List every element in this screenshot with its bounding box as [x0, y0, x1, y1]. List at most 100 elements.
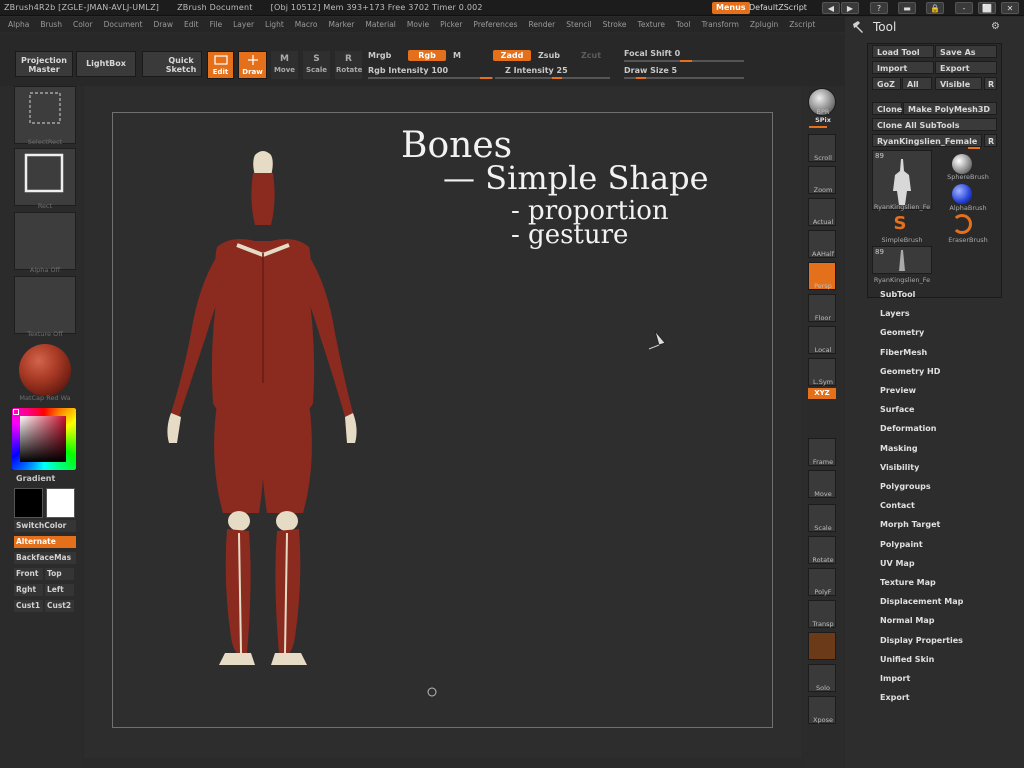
subpalette-displacement-map[interactable]: Displacement Map: [880, 597, 963, 606]
all-button[interactable]: All: [902, 77, 932, 90]
subpalette-import[interactable]: Import: [880, 674, 910, 683]
subpalette-polypaint[interactable]: Polypaint: [880, 540, 923, 549]
alpha-brush-icon[interactable]: [952, 184, 972, 204]
tool-thumb-ryan[interactable]: 89: [872, 150, 932, 210]
custom-view-2-button[interactable]: Cust2: [45, 600, 74, 612]
menu-light[interactable]: Light: [265, 20, 284, 29]
subpalette-subtool[interactable]: SubTool: [880, 290, 915, 299]
subpalette-contact[interactable]: Contact: [880, 501, 915, 510]
close-icon[interactable]: ✕: [1001, 2, 1019, 14]
subpalette-visibility[interactable]: Visibility: [880, 463, 919, 472]
z-intensity-slider[interactable]: Z Intensity 25: [505, 66, 568, 75]
subpalette-fibermesh[interactable]: FiberMesh: [880, 348, 927, 357]
projection-master-button[interactable]: Projection Master: [15, 51, 73, 77]
rect-stroke[interactable]: [14, 148, 76, 206]
simple-brush-icon[interactable]: S: [890, 214, 910, 234]
menu-edit[interactable]: Edit: [184, 20, 199, 29]
eraser-brush-icon[interactable]: [952, 214, 972, 234]
goz-button[interactable]: GoZ: [872, 77, 901, 90]
lock-icon[interactable]: 🔒: [926, 2, 944, 14]
visible-button[interactable]: Visible: [935, 77, 982, 90]
menu-stroke[interactable]: Stroke: [603, 20, 627, 29]
make-polymesh-button[interactable]: Make PolyMesh3D: [903, 102, 997, 115]
rotate-button[interactable]: R Rotate: [335, 51, 362, 79]
maximize-icon[interactable]: ⬜: [978, 2, 996, 14]
help-icon[interactable]: ?: [870, 2, 888, 14]
minimize-icon[interactable]: -: [955, 2, 973, 14]
quick-sketch-button[interactable]: Quick Sketch: [142, 51, 202, 77]
select-rect-brush[interactable]: [14, 86, 76, 144]
menu-zscript[interactable]: Zscript: [789, 20, 815, 29]
zadd-button[interactable]: Zadd: [493, 50, 531, 61]
rgb-intensity-track[interactable]: [368, 77, 493, 79]
panel-pin-icon[interactable]: ⚙: [991, 21, 1000, 32]
right-view-button[interactable]: Rght: [14, 584, 43, 596]
menu-material[interactable]: Material: [365, 20, 395, 29]
menu-texture[interactable]: Texture: [638, 20, 665, 29]
subpalette-preview[interactable]: Preview: [880, 386, 916, 395]
menu-zplugin[interactable]: Zplugin: [750, 20, 778, 29]
xyz-symmetry-button[interactable]: XYZ: [808, 388, 836, 399]
color-picker[interactable]: [12, 408, 76, 470]
main-color[interactable]: [46, 488, 75, 518]
subpalette-geometry[interactable]: Geometry: [880, 328, 924, 337]
prev-icon[interactable]: ◀: [822, 2, 840, 14]
load-tool-button[interactable]: Load Tool: [872, 45, 934, 58]
ghost-button[interactable]: [808, 632, 836, 660]
saturation-square[interactable]: [20, 416, 66, 462]
export-button[interactable]: Export: [935, 61, 997, 74]
menu-preferences[interactable]: Preferences: [473, 20, 517, 29]
menu-picker[interactable]: Picker: [440, 20, 462, 29]
menus-button[interactable]: Menus: [712, 2, 750, 14]
subpalette-morph-target[interactable]: Morph Target: [880, 520, 940, 529]
menu-render[interactable]: Render: [529, 20, 556, 29]
sphere-brush-icon[interactable]: [952, 154, 972, 174]
subpalette-texture-map[interactable]: Texture Map: [880, 578, 936, 587]
edit-button[interactable]: Edit: [207, 51, 234, 79]
clone-button[interactable]: Clone: [872, 102, 902, 115]
subpalette-uv-map[interactable]: UV Map: [880, 559, 915, 568]
custom-view-1-button[interactable]: Cust1: [14, 600, 43, 612]
subpalette-masking[interactable]: Masking: [880, 444, 918, 453]
scale-button[interactable]: S Scale: [303, 51, 330, 79]
save-as-button[interactable]: Save As: [935, 45, 997, 58]
menu-movie[interactable]: Movie: [407, 20, 429, 29]
document-canvas[interactable]: Bones — Simple Shape - proportion - gest…: [112, 112, 773, 728]
subpalette-surface[interactable]: Surface: [880, 405, 914, 414]
alternate-button[interactable]: Alternate: [14, 536, 76, 548]
subpalette-display-properties[interactable]: Display Properties: [880, 636, 963, 645]
menu-macro[interactable]: Macro: [295, 20, 318, 29]
tool-thumb-ryan-2[interactable]: 89: [872, 246, 932, 274]
current-tool-slider[interactable]: RyanKingslien_Female: [872, 134, 982, 147]
spix-slider[interactable]: SPix: [803, 116, 843, 124]
move-button[interactable]: M Move: [271, 51, 298, 79]
switch-color-button[interactable]: SwitchColor: [14, 520, 76, 532]
lightbox-button[interactable]: LightBox: [76, 51, 136, 77]
secondary-color[interactable]: [14, 488, 43, 518]
subpalette-normal-map[interactable]: Normal Map: [880, 616, 934, 625]
menu-tool[interactable]: Tool: [676, 20, 691, 29]
mrgb-button[interactable]: Mrgb: [368, 51, 391, 60]
rgb-intensity-slider[interactable]: Rgb Intensity 100: [368, 66, 448, 75]
focal-shift-slider[interactable]: Focal Shift 0: [624, 49, 680, 58]
subpalette-geometry-hd[interactable]: Geometry HD: [880, 367, 940, 376]
zsub-button[interactable]: Zsub: [538, 51, 560, 60]
draw-button[interactable]: Draw: [238, 51, 267, 79]
subpalette-unified-skin[interactable]: Unified Skin: [880, 655, 934, 664]
import-button[interactable]: Import: [872, 61, 934, 74]
current-tool-r-button[interactable]: R: [984, 134, 997, 147]
menu-brush[interactable]: Brush: [40, 20, 62, 29]
subpalette-deformation[interactable]: Deformation: [880, 424, 936, 433]
alpha-slot[interactable]: [14, 212, 76, 270]
draw-size-slider[interactable]: Draw Size 5: [624, 66, 677, 75]
top-view-button[interactable]: Top: [45, 568, 74, 580]
front-view-button[interactable]: Front: [14, 568, 43, 580]
next-icon[interactable]: ▶: [841, 2, 859, 14]
clone-all-subtools-button[interactable]: Clone All SubTools: [872, 118, 997, 131]
zcut-button[interactable]: Zcut: [581, 51, 601, 60]
menu-layer[interactable]: Layer: [233, 20, 254, 29]
menu-alpha[interactable]: Alpha: [8, 20, 29, 29]
menu-marker[interactable]: Marker: [328, 20, 354, 29]
material-slot[interactable]: [14, 340, 76, 398]
menu-draw[interactable]: Draw: [153, 20, 173, 29]
